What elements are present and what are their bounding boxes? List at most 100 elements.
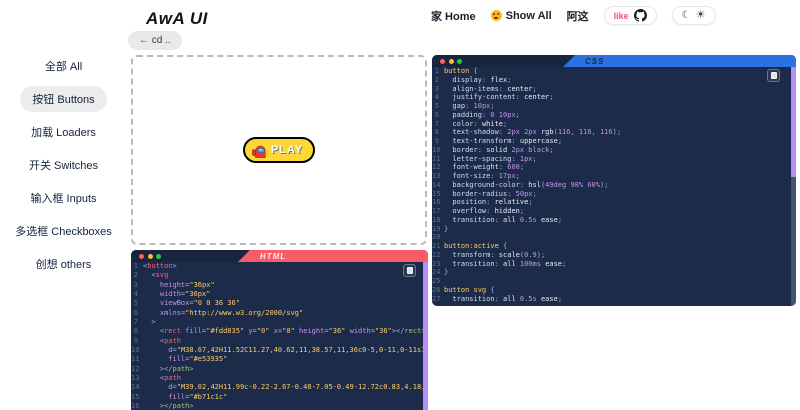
line-number: 15 (432, 189, 441, 198)
code-line: 27 transition: all 0.5s ease; (432, 294, 563, 303)
line-number: 7 (434, 119, 439, 128)
html-scrollbar-thumb[interactable] (423, 262, 428, 410)
awa-ui-page: AwA UI 家 Home Show All 阿这 like ☾ ☀ 全部 All 按… (0, 0, 800, 410)
code-line: 5 gap: 10px; (432, 102, 791, 111)
line-number: 11 (432, 154, 441, 163)
sidebar-item-others[interactable]: 创想 others (24, 251, 104, 277)
css-code-block: 1 button {2 display: flex; 3 align-items: … (432, 67, 791, 306)
code-line: 9 text-transform: uppercase; (432, 137, 791, 146)
top-nav: 家 Home Show All 阿这 like ☾ ☀ (431, 6, 716, 25)
like-label: like (613, 10, 629, 21)
code-line: 13 font-size: 17px; (432, 172, 520, 180)
sidebar-item-loaders[interactable]: 加载 Loaders (19, 119, 108, 145)
code-line: 20 (432, 233, 791, 242)
code-line: 22 transform: scale(0.9); (432, 250, 546, 259)
maximize-dot-icon (156, 253, 161, 259)
code-line: 11 fill = "#e53935" (131, 355, 228, 364)
code-line: 6 padding: 0 10px; (432, 111, 791, 120)
code-line: 13 < path (131, 374, 181, 383)
code-panel-css: CSS 1 button {2 display: flex; 3 align-ite… (432, 55, 796, 306)
line-number: 9 (434, 137, 439, 145)
theme-toggle-button[interactable]: ☾ ☀ (671, 6, 716, 25)
code-line: 19} (432, 224, 449, 233)
code-line: 11 letter-spacing: 1px; (432, 154, 537, 163)
code-line: 15 fill = "#b71c1c" (131, 392, 228, 401)
play-button[interactable]: PLAY (242, 137, 316, 163)
code-line: 3 height = "36px" (131, 281, 423, 290)
sidebar-item-checkboxes[interactable]: 多选框 Checkboxes (3, 218, 124, 244)
window-dots-icon (440, 58, 462, 64)
code-line: 7 > (131, 318, 423, 327)
copy-icon (770, 72, 777, 79)
cd-back-button[interactable]: ← cd .. (128, 31, 182, 50)
line-number: 14 (432, 180, 441, 189)
nav-items: 家 Home Show All 阿这 (431, 8, 589, 24)
html-tab: HTML (237, 250, 428, 262)
line-number: 17 (432, 207, 441, 215)
line-number: 27 (432, 294, 441, 303)
minimize-dot-icon (448, 58, 454, 64)
nav-item-label: 阿这 (566, 10, 589, 23)
code-line: 12 font-weight: 600; (432, 163, 525, 172)
code-line: 24} (432, 268, 449, 277)
sidebar-item-buttons[interactable]: 按钮 Buttons (20, 86, 107, 112)
html-scrollbar[interactable] (423, 262, 428, 410)
preview-area: PLAY (131, 55, 427, 245)
nav-item-azhe[interactable]: 阿这 (567, 8, 589, 24)
line-number: 8 (434, 128, 439, 137)
github-icon (633, 9, 647, 22)
code-line: 9 < path (131, 337, 423, 346)
nav-item-label: Show All (505, 9, 552, 22)
code-panel-html-header: HTML (131, 250, 428, 262)
crewmate-icon (249, 141, 267, 159)
copy-css-button[interactable] (767, 69, 780, 82)
nav-item-label: 家 Home (431, 10, 476, 23)
sidebar-item-inputs[interactable]: 输入框 Inputs (18, 185, 108, 211)
line-number: 20 (432, 233, 441, 242)
line-number: 22 (432, 250, 441, 259)
line-number: 11 (131, 355, 140, 364)
line-number: 4 (434, 93, 439, 102)
code-line: 7 color: white; (432, 120, 791, 129)
line-number: 16 (131, 402, 140, 410)
code-line: 12 ></path > (131, 364, 194, 373)
code-line: 8 < rect fill = "#fdd835" y = "0" x = "0" heigh… (131, 327, 423, 336)
line-number: 19 (432, 224, 441, 233)
code-line: 6 xmlns = "http://www.w3.org/2000/svg" (131, 309, 423, 318)
sidebar-item-all[interactable]: 全部 All (33, 53, 94, 79)
sidebar: 全部 All 按钮 Buttons 加载 Loaders 开关 Switches 输入框… (0, 53, 127, 277)
line-number: 8 (133, 327, 138, 336)
code-panel-html: HTML 1 < button >2 < svg 3 height = "36px" 4 wid… (131, 250, 428, 410)
code-line: 2 < svg (131, 271, 423, 280)
line-number: 24 (432, 268, 441, 277)
nav-item-home[interactable]: 家 Home (431, 8, 476, 24)
line-number: 25 (432, 277, 441, 285)
like-github-button[interactable]: like (603, 6, 657, 25)
line-number: 7 (133, 318, 138, 327)
copy-html-button[interactable] (403, 264, 416, 277)
code-line: 25 (432, 277, 791, 286)
line-number: 1 (434, 67, 439, 75)
line-number: 5 (434, 102, 439, 110)
code-panel-css-header: CSS (432, 55, 796, 67)
nav-item-show-all[interactable]: Show All (490, 9, 552, 22)
code-line: 18 transition: all 0.5s ease; (432, 215, 563, 224)
line-number: 6 (133, 308, 138, 317)
maximize-dot-icon (457, 58, 462, 64)
css-scrollbar[interactable] (791, 67, 796, 306)
line-number: 18 (432, 215, 441, 224)
line-number: 13 (432, 172, 441, 180)
code-line: 4 width = "36px" (131, 290, 423, 299)
line-number: 3 (133, 280, 138, 289)
code-line: 14 d = "M39.02,42H11.99c-0.22-2.67-0.48-7.… (131, 383, 423, 392)
window-dots-icon (139, 253, 161, 259)
line-number: 10 (131, 346, 140, 355)
line-number: 13 (131, 374, 140, 383)
css-scrollbar-thumb[interactable] (791, 67, 796, 177)
line-number: 23 (432, 259, 441, 268)
sidebar-item-switches[interactable]: 开关 Switches (17, 152, 110, 178)
html-tab-title: HTML (259, 251, 287, 261)
sun-icon: ☀ (695, 9, 706, 21)
line-number: 15 (131, 392, 140, 401)
code-line: 1 < button > (131, 262, 423, 271)
